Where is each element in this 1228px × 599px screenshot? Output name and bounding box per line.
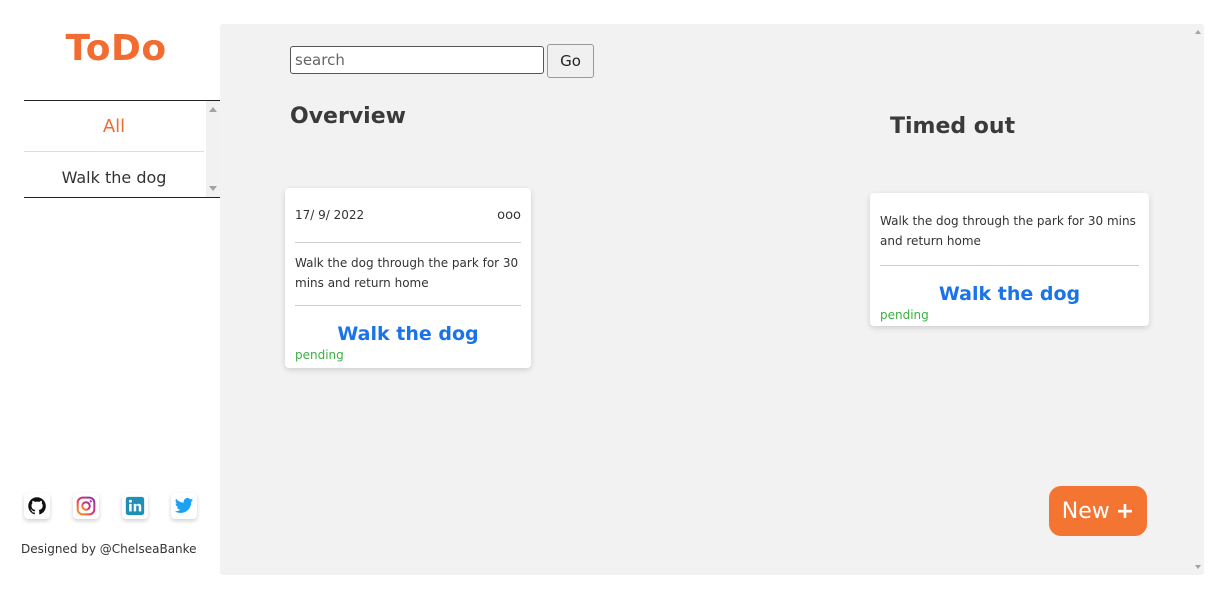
app-logo: ToDo xyxy=(65,28,167,69)
scroll-up-arrow-icon[interactable] xyxy=(1195,30,1201,34)
timed-out-card[interactable]: Walk the dog through the park for 30 min… xyxy=(870,193,1149,326)
scroll-up-arrow-icon[interactable] xyxy=(209,107,217,112)
twitter-icon[interactable] xyxy=(171,493,197,519)
new-button-label: New xyxy=(1061,498,1110,524)
new-task-button[interactable]: New + xyxy=(1049,486,1147,536)
plus-icon: + xyxy=(1115,498,1135,524)
main-panel: Go Overview Timed out 17/ 9/ 2022 ooo Wa… xyxy=(220,24,1204,575)
task-title[interactable]: Walk the dog xyxy=(880,266,1139,308)
instagram-icon[interactable] xyxy=(73,493,99,519)
scroll-down-arrow-icon[interactable] xyxy=(1195,565,1201,569)
sidebar: ToDo All Walk the dog Designed by @Chels… xyxy=(0,0,220,599)
task-description: Walk the dog through the park for 30 min… xyxy=(880,193,1139,266)
task-title[interactable]: Walk the dog xyxy=(295,306,521,348)
timed-out-heading: Timed out xyxy=(890,114,1016,139)
sidebar-nav: All Walk the dog xyxy=(24,100,220,198)
linkedin-icon[interactable] xyxy=(122,493,148,519)
go-button[interactable]: Go xyxy=(547,44,594,78)
task-description: Walk the dog through the park for 30 min… xyxy=(295,243,521,306)
designer-credit: Designed by @ChelseaBanke xyxy=(21,542,197,556)
task-status: pending xyxy=(880,308,929,322)
github-icon[interactable] xyxy=(24,493,50,519)
social-links xyxy=(24,493,197,519)
card-menu-icon[interactable]: ooo xyxy=(497,208,521,223)
scroll-down-arrow-icon[interactable] xyxy=(209,186,217,191)
search-input[interactable] xyxy=(290,46,544,74)
sidebar-scrollbar[interactable] xyxy=(206,101,220,197)
overview-heading: Overview xyxy=(290,104,406,129)
sidebar-item-walk-the-dog[interactable]: Walk the dog xyxy=(24,152,204,197)
sidebar-item-all[interactable]: All xyxy=(24,101,204,152)
task-status: pending xyxy=(295,348,344,362)
sidebar-item-label: Walk the dog xyxy=(61,167,167,187)
task-date: 17/ 9/ 2022 xyxy=(295,208,365,222)
main-scrollbar[interactable] xyxy=(1192,24,1204,575)
card-header: 17/ 9/ 2022 ooo xyxy=(295,188,521,243)
sidebar-item-label: All xyxy=(102,115,126,137)
task-card[interactable]: 17/ 9/ 2022 ooo Walk the dog through the… xyxy=(285,188,531,368)
